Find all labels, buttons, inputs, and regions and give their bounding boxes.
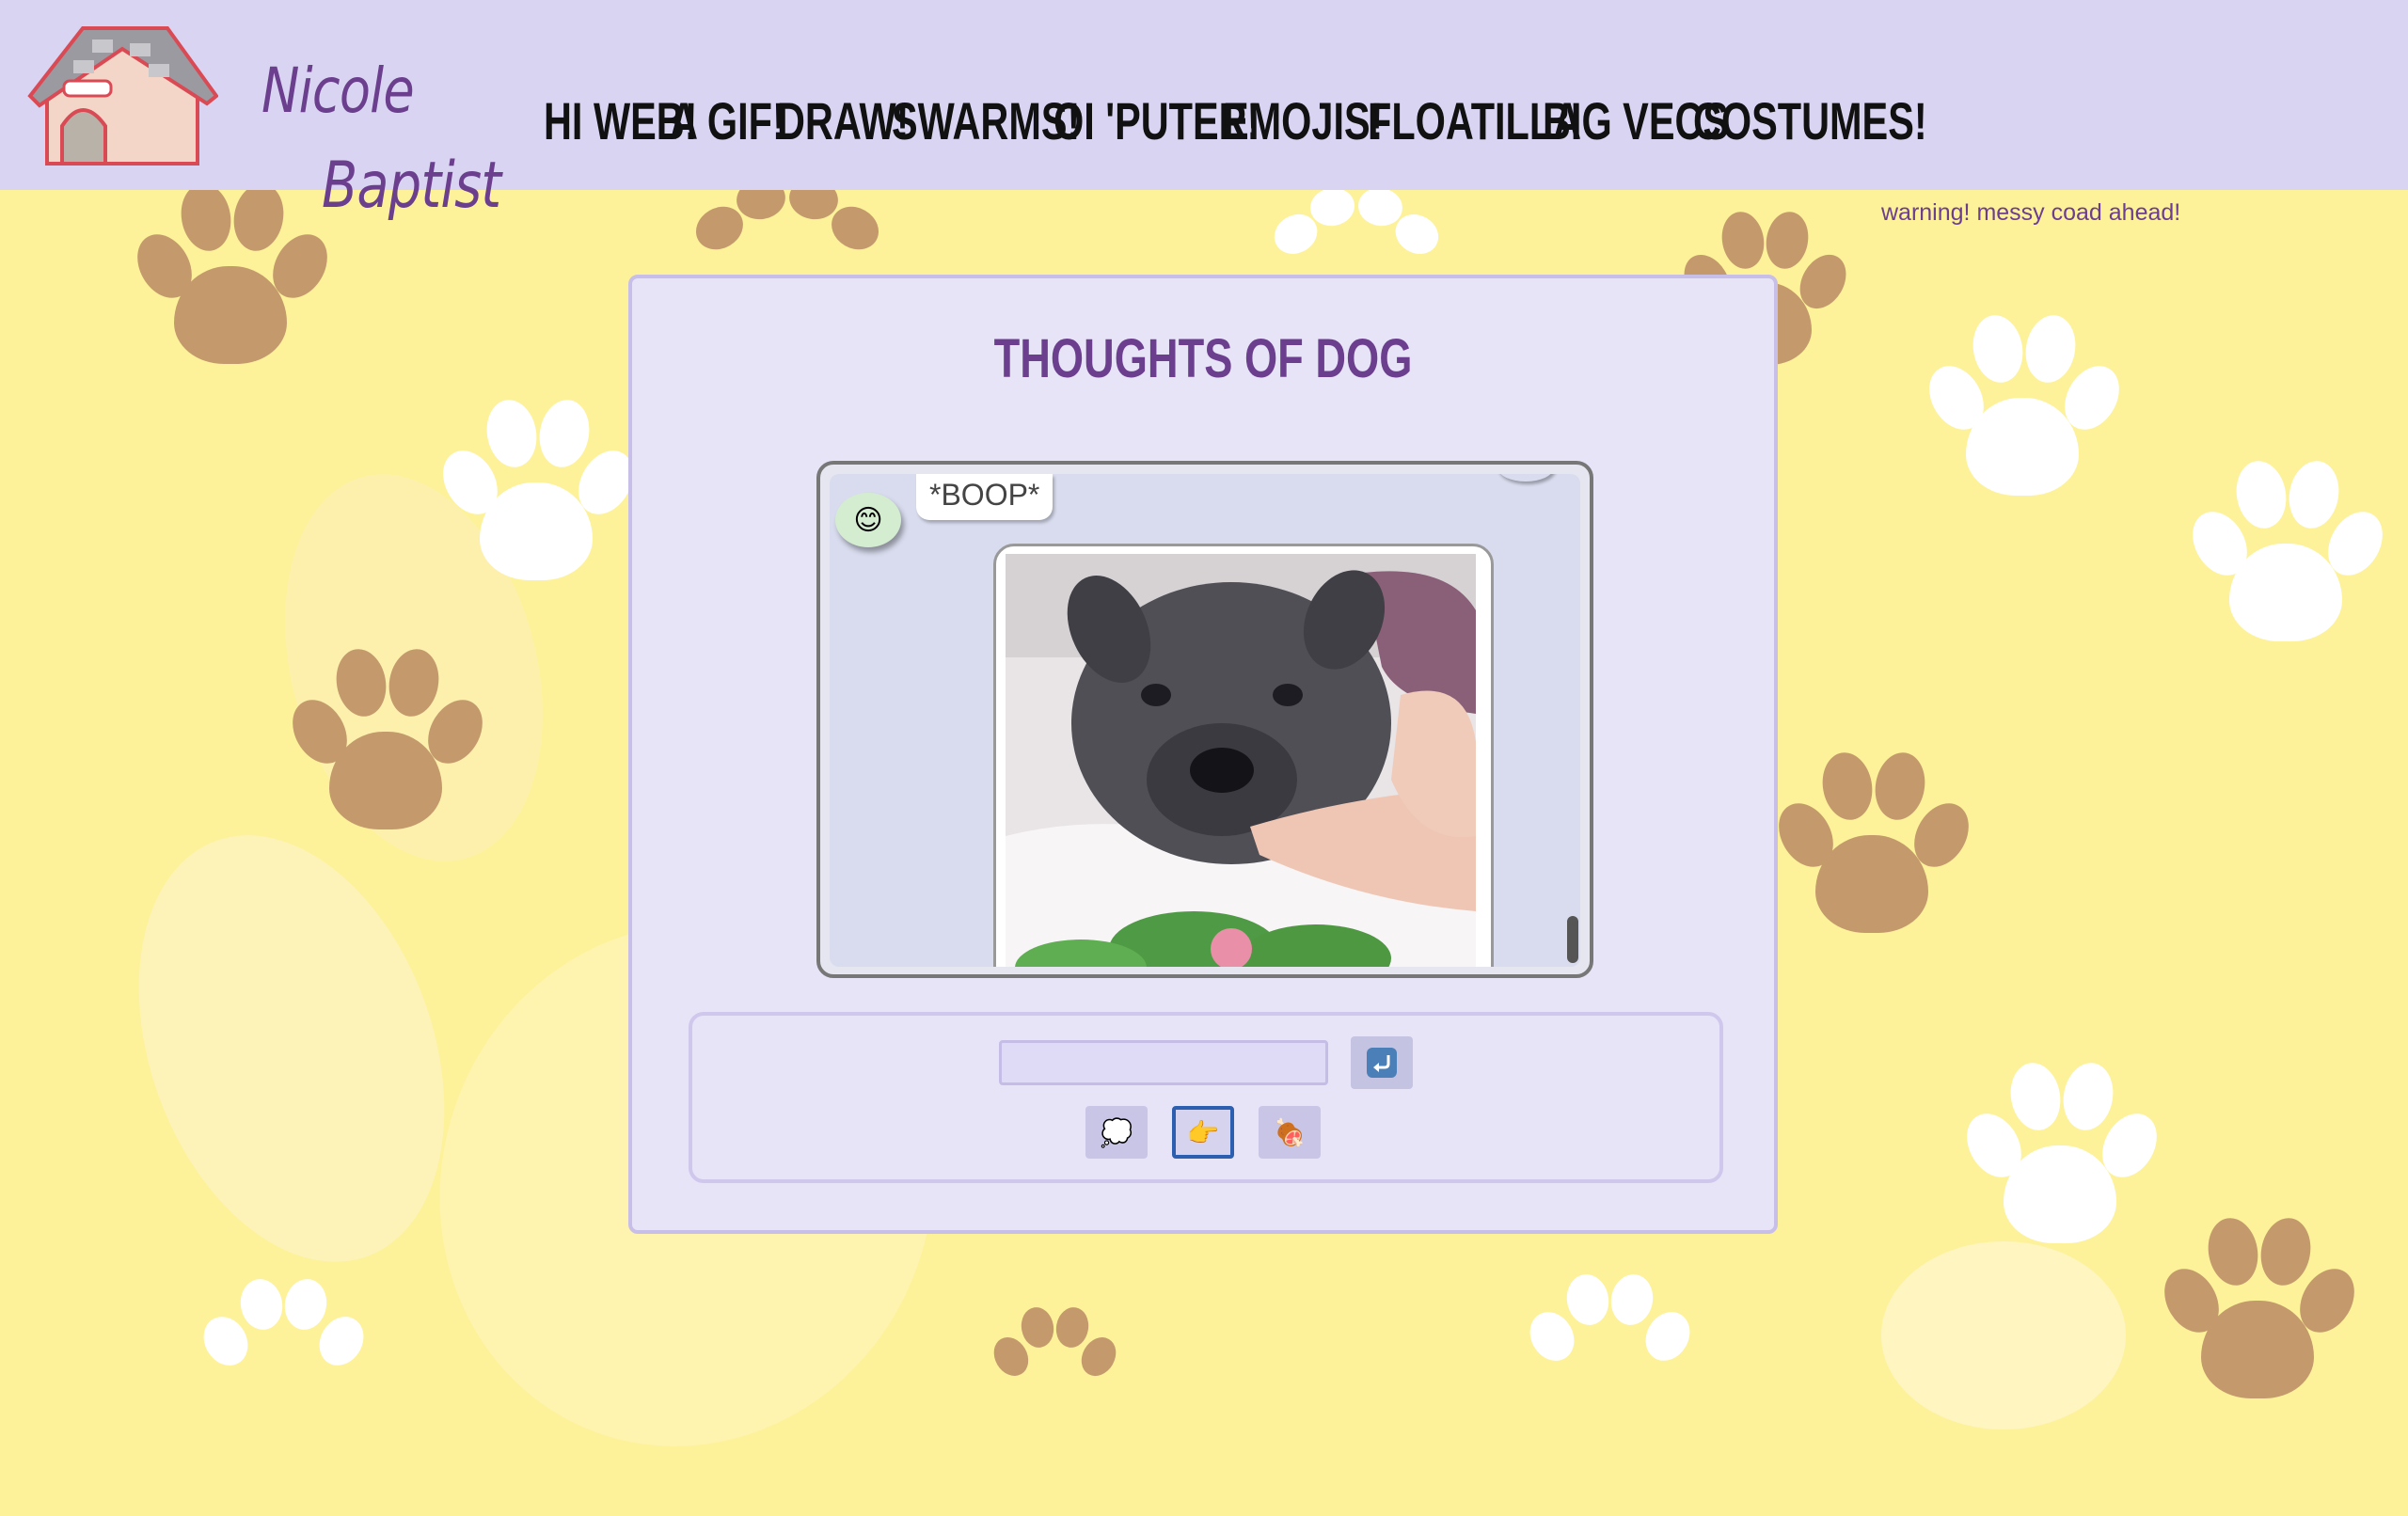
warning-text: warning! messy coad ahead! bbox=[1881, 199, 2181, 226]
nav-item-oi-puter[interactable]: OI 'PUTER! bbox=[1054, 90, 1259, 150]
paw-print-icon bbox=[2181, 457, 2394, 649]
nav-item-big-vecs[interactable]: BIG VECS bbox=[1543, 90, 1729, 150]
nav-item-floatilla[interactable]: FLOATILLA bbox=[1368, 90, 1581, 150]
dog-house-icon[interactable] bbox=[26, 23, 218, 175]
nav-item-swarms[interactable]: SWARMS! bbox=[892, 90, 1080, 150]
nav-item-a-gif[interactable]: A GIF! bbox=[670, 90, 785, 150]
chat-controls: 💭 👉 🍖 bbox=[689, 1012, 1723, 1183]
avatar-emoji-bubble: 😊 bbox=[835, 493, 901, 547]
page-title: THOUGHTS OF DOG bbox=[993, 328, 1413, 389]
brand-last-name: Baptist bbox=[322, 149, 501, 223]
paw-print-icon bbox=[1918, 311, 2131, 503]
paw-print-icon bbox=[432, 396, 644, 588]
main-nav: HI WEB! A GIF! DRAW! SWARMS! OI 'PUTER! … bbox=[544, 90, 1927, 150]
nav-item-emojis[interactable]: EMOJIS! bbox=[1223, 90, 1383, 150]
paw-print-icon bbox=[195, 1275, 372, 1420]
paw-print-icon bbox=[1956, 1059, 2168, 1251]
thought-bubble-icon: 💭 bbox=[1100, 1117, 1133, 1147]
scrollbar-thumb[interactable] bbox=[1567, 916, 1578, 963]
smiley-icon: 😊 bbox=[853, 503, 883, 537]
pointing-hand-icon: 👉 bbox=[1186, 1117, 1220, 1147]
speech-bubble: *BOOP* bbox=[916, 474, 1054, 520]
paw-print-icon bbox=[1521, 1271, 1699, 1415]
gif-message-frame bbox=[993, 544, 1494, 967]
dog-boop-gif bbox=[1006, 554, 1476, 967]
paw-print-icon bbox=[126, 180, 339, 371]
thought-bubble-button[interactable]: 💭 bbox=[1085, 1106, 1148, 1159]
paw-print-icon bbox=[987, 1304, 1123, 1420]
paw-print-icon bbox=[281, 645, 494, 837]
message-input[interactable] bbox=[999, 1040, 1328, 1085]
meat-button[interactable]: 🍖 bbox=[1259, 1106, 1321, 1159]
paw-print-icon bbox=[1767, 749, 1980, 940]
partial-speech-bubble bbox=[1497, 474, 1554, 482]
meat-on-bone-icon: 🍖 bbox=[1273, 1117, 1307, 1147]
background-blob bbox=[83, 792, 500, 1305]
nav-item-hi-web[interactable]: HI WEB! bbox=[544, 90, 697, 150]
main-card: THOUGHTS OF DOG 😊 *BOOP* 💭 👉 🍖 bbox=[628, 275, 1778, 1234]
nav-item-costumes[interactable]: COSTUMES! bbox=[1693, 90, 1927, 150]
brand-first-name: Nicole bbox=[261, 55, 415, 127]
chat-scroll-area[interactable]: 😊 *BOOP* bbox=[830, 474, 1580, 967]
send-button[interactable] bbox=[1351, 1036, 1413, 1089]
background-blob bbox=[1881, 1241, 2126, 1429]
return-arrow-icon bbox=[1367, 1048, 1397, 1078]
nav-item-draw[interactable]: DRAW! bbox=[777, 90, 909, 150]
paw-print-icon bbox=[2153, 1214, 2366, 1406]
chat-window[interactable]: 😊 *BOOP* bbox=[816, 461, 1593, 978]
point-button[interactable]: 👉 bbox=[1172, 1106, 1234, 1159]
